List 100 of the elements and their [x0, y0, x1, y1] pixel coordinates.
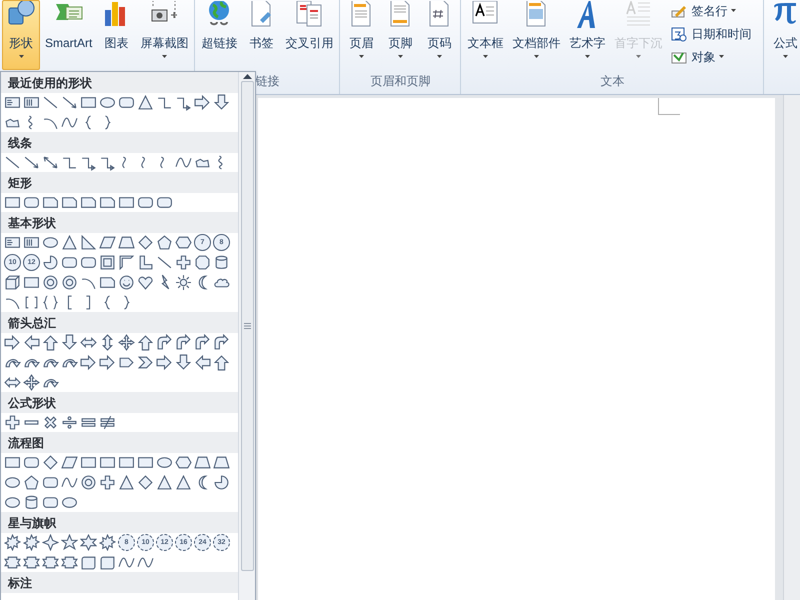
textbox-icon[interactable]	[4, 234, 21, 251]
rounded-rect-icon[interactable]	[80, 254, 97, 271]
donut-icon[interactable]	[80, 474, 97, 491]
triangle-icon[interactable]	[118, 474, 135, 491]
ribbon-button[interactable]: 文本框	[463, 0, 508, 70]
frame-icon[interactable]	[99, 254, 116, 271]
ribbon-button[interactable]: SmartArt	[41, 0, 96, 70]
diamond-icon[interactable]	[137, 474, 154, 491]
arrow-right-icon[interactable]	[80, 354, 97, 371]
double-arrow-line-icon[interactable]	[42, 154, 59, 171]
ribbon-button[interactable]: 页脚	[381, 0, 420, 70]
arrow-left-icon[interactable]	[194, 354, 211, 371]
octagon-icon[interactable]	[194, 254, 211, 271]
arrow-line-icon[interactable]	[23, 154, 40, 171]
arrow-up-icon[interactable]	[137, 334, 154, 351]
oval-icon[interactable]	[61, 494, 78, 511]
bent-arrow-icon[interactable]	[194, 334, 211, 351]
l-shape-icon[interactable]	[137, 254, 154, 271]
ribbon-button[interactable]: 书签	[242, 0, 280, 70]
rounded-rect-icon[interactable]	[23, 194, 40, 211]
ribbon-button[interactable]: 页眉	[342, 0, 380, 70]
ribbon-button[interactable]: 页码	[420, 0, 458, 70]
ribbon-icon[interactable]	[23, 554, 40, 571]
ribbon-small-button[interactable]: 签名行	[671, 0, 762, 21]
rounded-rect-icon[interactable]	[23, 454, 40, 471]
cylinder-icon[interactable]	[213, 254, 230, 271]
arrow-quad-icon[interactable]	[23, 374, 40, 391]
rounded-rect-icon[interactable]	[118, 94, 135, 111]
arrow-right-icon[interactable]	[194, 94, 211, 111]
cube-icon[interactable]	[4, 274, 21, 291]
donut-icon[interactable]	[42, 274, 59, 291]
arrow-left-right-icon[interactable]	[4, 374, 21, 391]
star4-icon[interactable]	[42, 534, 59, 551]
ribbon-button[interactable]: 文档部件	[508, 0, 564, 70]
arrow-quad-icon[interactable]	[118, 334, 135, 351]
ribbon-small-button[interactable]: 日期和时间	[671, 23, 762, 44]
arrow-left-right-icon[interactable]	[80, 334, 97, 351]
pie-icon[interactable]	[213, 474, 230, 491]
scroll-up-arrow-icon[interactable]	[242, 74, 252, 79]
rect-icon[interactable]	[80, 94, 97, 111]
triangle-icon[interactable]	[61, 234, 78, 251]
divide-icon[interactable]	[61, 414, 78, 431]
star-icon[interactable]	[61, 534, 78, 551]
not-equal-icon[interactable]	[99, 414, 116, 431]
arrow-right-icon[interactable]	[156, 354, 173, 371]
arrow-line-icon[interactable]	[61, 94, 78, 111]
scroll-icon[interactable]	[80, 554, 97, 571]
rect-icon[interactable]	[137, 454, 154, 471]
line-icon[interactable]	[42, 94, 59, 111]
pentagon-icon[interactable]	[23, 474, 40, 491]
rounded-rect-icon[interactable]	[137, 194, 154, 211]
arrow-down-icon[interactable]	[175, 354, 192, 371]
ribbon-button[interactable]: 交叉引用	[281, 0, 338, 70]
snip-rect-icon[interactable]	[99, 274, 116, 291]
arrow-down-icon[interactable]	[213, 94, 230, 111]
triangle-icon[interactable]	[175, 474, 192, 491]
pie-icon[interactable]	[42, 254, 59, 271]
arrow-right-icon[interactable]	[4, 334, 21, 351]
triangle-icon[interactable]	[137, 94, 154, 111]
burst-icon[interactable]	[23, 534, 40, 551]
cross-icon[interactable]	[175, 254, 192, 271]
rect-icon[interactable]	[99, 454, 116, 471]
bracket-pair-icon[interactable]	[23, 294, 40, 311]
arrow-right-icon[interactable]	[99, 354, 116, 371]
arrow-left-icon[interactable]	[23, 334, 40, 351]
ribbon-button[interactable]: 超链接	[197, 0, 242, 70]
ribbon-icon[interactable]	[4, 554, 21, 571]
line-icon[interactable]	[156, 254, 173, 271]
cylinder-icon[interactable]	[23, 494, 40, 511]
half-frame-icon[interactable]	[118, 254, 135, 271]
rect-icon[interactable]	[118, 454, 135, 471]
heart-icon[interactable]	[137, 274, 154, 291]
cross-icon[interactable]	[99, 474, 116, 491]
scrollbar-thumb[interactable]	[240, 81, 254, 571]
ribbon-icon[interactable]	[61, 554, 78, 571]
ribbon-button[interactable]: 公式	[766, 0, 800, 70]
brace-pair-icon[interactable]	[42, 294, 59, 311]
ribbon-button[interactable]: 艺术字	[565, 0, 610, 70]
rect-icon[interactable]	[4, 454, 21, 471]
rect-icon[interactable]	[80, 454, 97, 471]
oval-icon[interactable]	[99, 94, 116, 111]
rounded-rect-icon[interactable]	[42, 474, 59, 491]
textbox-icon[interactable]	[4, 94, 21, 111]
smiley-icon[interactable]	[118, 274, 135, 291]
oval-icon[interactable]	[4, 494, 21, 511]
rounded-rect-icon[interactable]	[156, 194, 173, 211]
triangle-icon[interactable]	[156, 474, 173, 491]
arrow-up-down-icon[interactable]	[99, 334, 116, 351]
arrow-up-icon[interactable]	[213, 354, 230, 371]
rounded-rect-icon[interactable]	[61, 254, 78, 271]
ribbon-small-button[interactable]: 对象	[671, 46, 762, 67]
arrow-up-icon[interactable]	[42, 334, 59, 351]
rect-icon[interactable]	[118, 194, 135, 211]
line-icon[interactable]	[4, 154, 21, 171]
vertical-textbox-icon[interactable]	[23, 94, 40, 111]
rect-icon[interactable]	[4, 194, 21, 211]
rect-icon[interactable]	[23, 274, 40, 291]
ribbon-icon[interactable]	[42, 554, 59, 571]
burst-icon[interactable]	[4, 534, 21, 551]
burst-icon[interactable]	[99, 534, 116, 551]
